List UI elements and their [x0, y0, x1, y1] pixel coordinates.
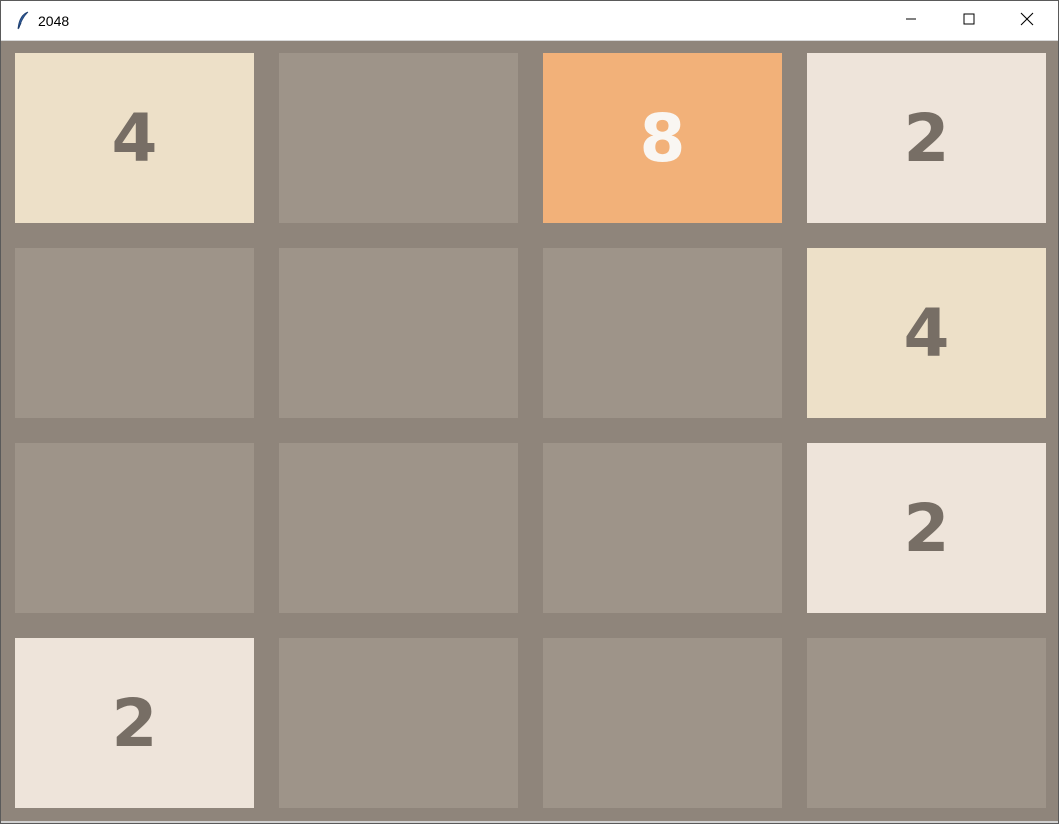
tile-8: 8	[543, 53, 782, 223]
empty-cell	[543, 638, 782, 808]
game-window: 2048 482422	[0, 0, 1059, 824]
empty-cell	[15, 248, 254, 418]
tile-4: 4	[15, 53, 254, 223]
empty-cell	[15, 443, 254, 613]
maximize-icon	[963, 12, 975, 30]
tile-4: 4	[807, 248, 1046, 418]
minimize-icon	[905, 12, 917, 30]
tile-2: 2	[807, 53, 1046, 223]
title-bar[interactable]: 2048	[1, 1, 1058, 41]
game-board[interactable]: 482422	[3, 42, 1058, 821]
close-button[interactable]	[998, 1, 1056, 41]
window-title: 2048	[38, 13, 70, 29]
minimize-button[interactable]	[882, 1, 940, 41]
empty-cell	[279, 443, 518, 613]
feather-icon	[15, 11, 31, 31]
empty-cell	[279, 638, 518, 808]
empty-cell	[543, 248, 782, 418]
empty-cell	[279, 248, 518, 418]
empty-cell	[807, 638, 1046, 808]
empty-cell	[543, 443, 782, 613]
tile-2: 2	[807, 443, 1046, 613]
maximize-button[interactable]	[940, 1, 998, 41]
close-icon	[1020, 12, 1034, 31]
tile-2: 2	[15, 638, 254, 808]
empty-cell	[279, 53, 518, 223]
